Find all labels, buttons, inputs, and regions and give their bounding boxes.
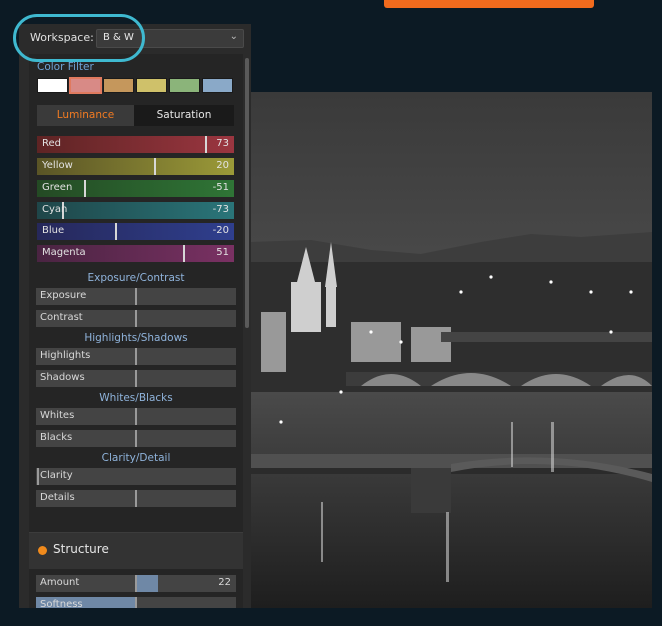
blue-slider[interactable]: Blue -20 bbox=[37, 223, 234, 240]
slider-label: Yellow bbox=[42, 160, 73, 171]
exposure-contrast-title: Exposure/Contrast bbox=[87, 272, 185, 284]
shadows-slider[interactable]: Shadows bbox=[36, 370, 236, 387]
swatch-blue[interactable] bbox=[202, 78, 233, 93]
slider-knob[interactable] bbox=[115, 223, 117, 240]
yellow-slider[interactable]: Yellow 20 bbox=[37, 158, 234, 175]
slider-label: Blacks bbox=[40, 432, 73, 443]
slider-value: 20 bbox=[216, 160, 229, 171]
slider-knob[interactable] bbox=[135, 408, 137, 425]
slider-label: Shadows bbox=[40, 372, 85, 383]
slider-knob[interactable] bbox=[135, 575, 137, 592]
slider-label: Amount bbox=[40, 577, 80, 588]
slider-label: Softness bbox=[40, 599, 83, 608]
highlights-slider[interactable]: Highlights bbox=[36, 348, 236, 365]
slider-knob[interactable] bbox=[154, 158, 156, 175]
swatch-green[interactable] bbox=[169, 78, 200, 93]
swatch-white[interactable] bbox=[37, 78, 68, 93]
whites-blacks-title: Whites/Blacks bbox=[99, 392, 173, 404]
slider-knob[interactable] bbox=[183, 245, 185, 262]
slider-value: 73 bbox=[216, 138, 229, 149]
slider-label: Details bbox=[40, 492, 75, 503]
cyan-slider[interactable]: Cyan -73 bbox=[37, 202, 234, 219]
slider-knob[interactable] bbox=[135, 490, 137, 507]
whites-slider[interactable]: Whites bbox=[36, 408, 236, 425]
slider-knob[interactable] bbox=[135, 288, 137, 305]
slider-value: -20 bbox=[212, 225, 229, 236]
color-filter-title: Color Filter bbox=[37, 61, 94, 73]
slider-label: Cyan bbox=[42, 204, 68, 215]
slider-label: Clarity bbox=[40, 470, 73, 481]
amount-fill bbox=[136, 575, 158, 592]
clarity-detail-title: Clarity/Detail bbox=[101, 452, 171, 464]
magenta-slider[interactable]: Magenta 51 bbox=[37, 245, 234, 262]
slider-label: Whites bbox=[40, 410, 75, 421]
top-orange-button[interactable] bbox=[384, 0, 594, 8]
swatch-red[interactable] bbox=[69, 77, 102, 94]
panel-scrollbar[interactable] bbox=[245, 58, 249, 328]
slider-label: Contrast bbox=[40, 312, 83, 323]
slider-value: 22 bbox=[218, 577, 231, 588]
slider-label: Magenta bbox=[42, 247, 86, 258]
slider-knob[interactable] bbox=[37, 468, 39, 485]
structure-title: Structure bbox=[53, 542, 109, 556]
workspace-highlight-ring bbox=[13, 14, 145, 62]
tab-luminance[interactable]: Luminance bbox=[37, 105, 134, 126]
slider-label: Blue bbox=[42, 225, 65, 236]
slider-value: -73 bbox=[212, 204, 229, 215]
contrast-slider[interactable]: Contrast bbox=[36, 310, 236, 327]
exposure-slider[interactable]: Exposure bbox=[36, 288, 236, 305]
red-slider[interactable]: Red 73 bbox=[37, 136, 234, 153]
structure-section-header[interactable]: Structure bbox=[29, 532, 243, 569]
slider-knob[interactable] bbox=[135, 597, 137, 608]
slider-label: Green bbox=[42, 182, 73, 193]
luminance-saturation-tabs: Luminance Saturation bbox=[37, 105, 234, 126]
tab-saturation[interactable]: Saturation bbox=[134, 105, 234, 126]
chevron-down-icon: ⌄ bbox=[229, 31, 238, 42]
slider-knob[interactable] bbox=[135, 348, 137, 365]
slider-knob[interactable] bbox=[135, 310, 137, 327]
blacks-slider[interactable]: Blacks bbox=[36, 430, 236, 447]
clarity-slider[interactable]: Clarity bbox=[36, 468, 236, 485]
photo-preview bbox=[251, 92, 652, 608]
softness-slider[interactable]: Softness bbox=[36, 597, 236, 608]
slider-knob[interactable] bbox=[205, 136, 207, 153]
green-slider[interactable]: Green -51 bbox=[37, 180, 234, 197]
slider-label: Red bbox=[42, 138, 61, 149]
slider-knob[interactable] bbox=[135, 430, 137, 447]
slider-value: -51 bbox=[212, 182, 229, 193]
swatch-orange[interactable] bbox=[103, 78, 134, 93]
details-slider[interactable]: Details bbox=[36, 490, 236, 507]
slider-value: 51 bbox=[216, 247, 229, 258]
bw-adjustments-panel: Workspace: B & W ⌄ Color Filter Luminanc… bbox=[19, 24, 251, 608]
slider-label: Highlights bbox=[40, 350, 91, 361]
swatch-yellow[interactable] bbox=[136, 78, 167, 93]
structure-enabled-dot-icon[interactable] bbox=[38, 546, 47, 555]
amount-slider[interactable]: Amount 22 bbox=[36, 575, 236, 592]
slider-knob[interactable] bbox=[135, 370, 137, 387]
highlights-shadows-title: Highlights/Shadows bbox=[84, 332, 188, 344]
slider-knob[interactable] bbox=[84, 180, 86, 197]
slider-label: Exposure bbox=[40, 290, 87, 301]
